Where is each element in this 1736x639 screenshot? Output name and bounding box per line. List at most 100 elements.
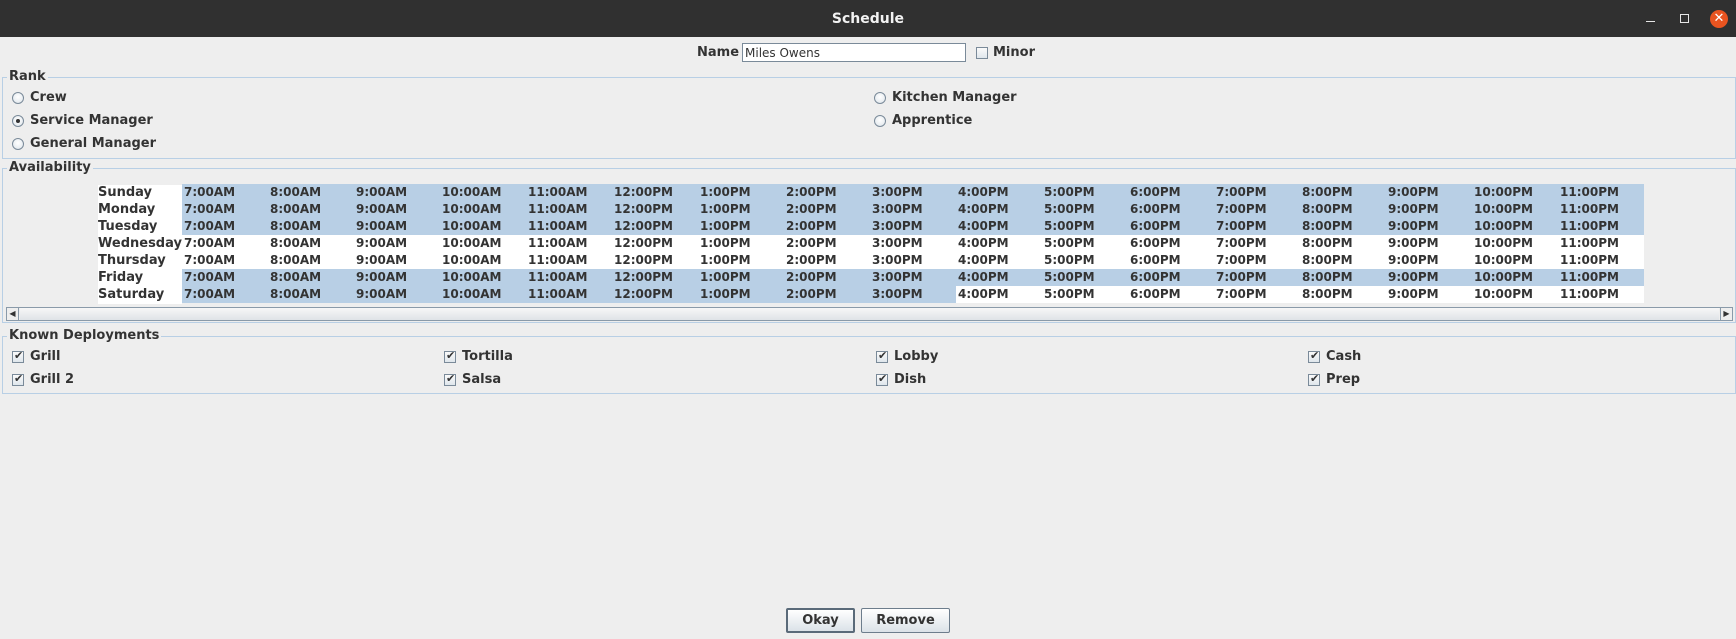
time-slot[interactable]: 10:00AM — [440, 235, 526, 252]
time-slot[interactable]: 10:00AM — [440, 286, 526, 303]
time-slot[interactable]: 4:00PM — [956, 286, 1042, 303]
rank-option[interactable]: Crew — [12, 90, 67, 105]
time-slot[interactable]: 4:00PM — [956, 252, 1042, 269]
deployment-checkbox[interactable] — [444, 349, 456, 363]
time-slot[interactable]: 10:00PM — [1472, 184, 1558, 201]
time-slot[interactable]: 11:00AM — [526, 235, 612, 252]
time-slot[interactable]: 8:00AM — [268, 218, 354, 235]
radio-button[interactable] — [12, 91, 24, 104]
time-slot[interactable]: 1:00PM — [698, 286, 784, 303]
time-slot[interactable]: 6:00PM — [1128, 235, 1214, 252]
time-slot[interactable]: 9:00AM — [354, 252, 440, 269]
minor-checkbox-box[interactable] — [976, 46, 988, 59]
deployment-item[interactable]: Cash — [1308, 349, 1361, 364]
time-slot[interactable]: 2:00PM — [784, 286, 870, 303]
time-slot[interactable]: 2:00PM — [784, 269, 870, 286]
time-slot[interactable]: 1:00PM — [698, 218, 784, 235]
deployment-checkbox[interactable] — [1308, 349, 1320, 363]
time-slot[interactable]: 10:00PM — [1472, 235, 1558, 252]
minor-checkbox[interactable]: Minor — [976, 45, 1035, 60]
time-slot[interactable]: 10:00AM — [440, 269, 526, 286]
time-slot[interactable]: 12:00PM — [612, 201, 698, 218]
time-slot[interactable]: 1:00PM — [698, 269, 784, 286]
scroll-left-icon[interactable]: ◀ — [7, 308, 19, 320]
time-slot[interactable]: 1:00PM — [698, 235, 784, 252]
deployment-item[interactable]: Prep — [1308, 372, 1360, 387]
time-slot[interactable]: 2:00PM — [784, 235, 870, 252]
time-slot[interactable]: 2:00PM — [784, 218, 870, 235]
time-slot[interactable]: 9:00PM — [1386, 286, 1472, 303]
time-slot[interactable]: 7:00AM — [182, 184, 268, 201]
time-slot[interactable]: 3:00PM — [870, 218, 956, 235]
okay-button[interactable]: Okay — [786, 608, 855, 633]
time-slot[interactable]: 3:00PM — [870, 269, 956, 286]
time-slot[interactable]: 10:00PM — [1472, 252, 1558, 269]
time-slot[interactable]: 11:00AM — [526, 184, 612, 201]
deployment-item[interactable]: Grill — [12, 349, 60, 364]
time-slot[interactable]: 6:00PM — [1128, 201, 1214, 218]
time-slot[interactable]: 8:00AM — [268, 184, 354, 201]
scrollbar-thumb[interactable] — [20, 308, 1719, 320]
time-slot[interactable]: 12:00PM — [612, 235, 698, 252]
time-slot[interactable]: 7:00AM — [182, 269, 268, 286]
time-slot[interactable]: 9:00AM — [354, 201, 440, 218]
time-slot[interactable]: 8:00AM — [268, 235, 354, 252]
time-slot[interactable]: 7:00AM — [182, 286, 268, 303]
close-button[interactable]: ✕ — [1703, 0, 1735, 37]
time-slot[interactable]: 10:00AM — [440, 201, 526, 218]
time-slot[interactable]: 1:00PM — [698, 252, 784, 269]
time-slot[interactable]: 3:00PM — [870, 201, 956, 218]
time-slot[interactable]: 7:00PM — [1214, 235, 1300, 252]
minimize-button[interactable] — [1634, 0, 1666, 37]
time-slot[interactable]: 11:00AM — [526, 252, 612, 269]
time-slot[interactable]: 10:00AM — [440, 184, 526, 201]
time-slot[interactable]: 9:00PM — [1386, 201, 1472, 218]
deployment-item[interactable]: Dish — [876, 372, 926, 387]
time-slot[interactable]: 9:00AM — [354, 218, 440, 235]
time-slot[interactable]: 8:00PM — [1300, 252, 1386, 269]
time-slot[interactable]: 10:00PM — [1472, 218, 1558, 235]
time-slot[interactable]: 12:00PM — [612, 269, 698, 286]
time-slot[interactable]: 10:00PM — [1472, 201, 1558, 218]
time-slot[interactable]: 6:00PM — [1128, 286, 1214, 303]
time-slot[interactable]: 8:00AM — [268, 201, 354, 218]
time-slot[interactable]: 9:00PM — [1386, 218, 1472, 235]
time-slot[interactable]: 8:00AM — [268, 269, 354, 286]
time-slot[interactable]: 7:00PM — [1214, 286, 1300, 303]
rank-option[interactable]: Service Manager — [12, 113, 153, 128]
time-slot[interactable]: 9:00AM — [354, 184, 440, 201]
time-slot[interactable]: 3:00PM — [870, 184, 956, 201]
time-slot[interactable]: 4:00PM — [956, 269, 1042, 286]
deployment-checkbox[interactable] — [12, 372, 24, 386]
time-slot[interactable]: 12:00PM — [612, 252, 698, 269]
time-slot[interactable]: 8:00AM — [268, 252, 354, 269]
time-slot[interactable]: 8:00PM — [1300, 269, 1386, 286]
time-slot[interactable]: 10:00PM — [1472, 269, 1558, 286]
time-slot[interactable]: 7:00PM — [1214, 201, 1300, 218]
time-slot[interactable]: 9:00AM — [354, 286, 440, 303]
time-slot[interactable]: 1:00PM — [698, 184, 784, 201]
deployment-checkbox[interactable] — [1308, 372, 1320, 386]
time-slot[interactable]: 7:00AM — [182, 201, 268, 218]
time-slot[interactable]: 3:00PM — [870, 252, 956, 269]
time-slot[interactable]: 5:00PM — [1042, 252, 1128, 269]
time-slot[interactable]: 10:00PM — [1472, 286, 1558, 303]
maximize-button[interactable] — [1668, 0, 1700, 37]
radio-button[interactable] — [874, 91, 886, 104]
radio-button[interactable] — [12, 137, 24, 150]
time-slot[interactable]: 5:00PM — [1042, 286, 1128, 303]
time-slot[interactable]: 4:00PM — [956, 201, 1042, 218]
time-slot[interactable]: 11:00PM — [1558, 252, 1644, 269]
radio-button[interactable] — [12, 114, 24, 127]
time-slot[interactable]: 7:00AM — [182, 235, 268, 252]
time-slot[interactable]: 9:00PM — [1386, 235, 1472, 252]
time-slot[interactable]: 4:00PM — [956, 218, 1042, 235]
time-slot[interactable]: 7:00AM — [182, 252, 268, 269]
time-slot[interactable]: 9:00PM — [1386, 269, 1472, 286]
time-slot[interactable]: 12:00PM — [612, 184, 698, 201]
name-input[interactable] — [742, 43, 966, 62]
time-slot[interactable]: 2:00PM — [784, 184, 870, 201]
deployment-item[interactable]: Lobby — [876, 349, 938, 364]
time-slot[interactable]: 11:00PM — [1558, 218, 1644, 235]
time-slot[interactable]: 9:00PM — [1386, 252, 1472, 269]
